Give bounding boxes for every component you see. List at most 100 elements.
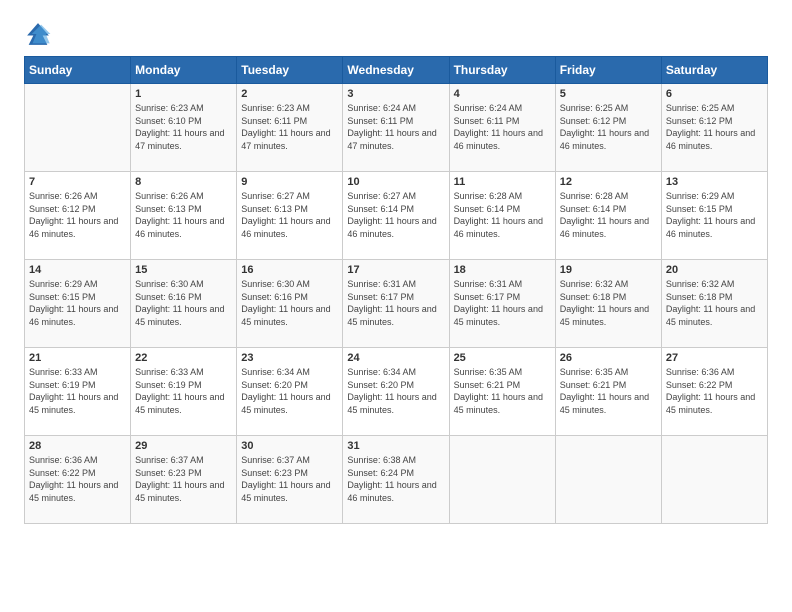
calendar-cell: 7 Sunrise: 6:26 AM Sunset: 6:12 PM Daylig… — [25, 172, 131, 260]
cell-info: Sunrise: 6:33 AM Sunset: 6:19 PM Dayligh… — [29, 366, 126, 416]
cell-info: Sunrise: 6:26 AM Sunset: 6:12 PM Dayligh… — [29, 190, 126, 240]
calendar-week-row: 7 Sunrise: 6:26 AM Sunset: 6:12 PM Daylig… — [25, 172, 768, 260]
cell-info: Sunrise: 6:30 AM Sunset: 6:16 PM Dayligh… — [135, 278, 232, 328]
day-number: 16 — [241, 264, 338, 276]
calendar-cell — [661, 436, 767, 524]
calendar-cell: 10 Sunrise: 6:27 AM Sunset: 6:14 PM Dayli… — [343, 172, 449, 260]
day-number: 12 — [560, 176, 657, 188]
header-cell-friday: Friday — [555, 57, 661, 84]
cell-info: Sunrise: 6:36 AM Sunset: 6:22 PM Dayligh… — [666, 366, 763, 416]
calendar-week-row: 21 Sunrise: 6:33 AM Sunset: 6:19 PM Dayli… — [25, 348, 768, 436]
calendar-cell: 14Sunrise: 6:29 AM Sunset: 6:15 PM Dayli… — [25, 260, 131, 348]
day-number: 2 — [241, 88, 338, 100]
day-number: 7 — [29, 176, 126, 188]
calendar-cell: 13 Sunrise: 6:29 AM Sunset: 6:15 PM Dayli… — [661, 172, 767, 260]
calendar-cell: 25 Sunrise: 6:35 AM Sunset: 6:21 PM Dayli… — [449, 348, 555, 436]
day-number: 25 — [454, 352, 551, 364]
day-number: 10 — [347, 176, 444, 188]
day-number: 17 — [347, 264, 444, 276]
day-number: 11 — [454, 176, 551, 188]
day-number: 31 — [347, 440, 444, 452]
day-number: 18 — [454, 264, 551, 276]
calendar-cell: 27 Sunrise: 6:36 AM Sunset: 6:22 PM Dayli… — [661, 348, 767, 436]
cell-info: Sunrise: 6:27 AM Sunset: 6:14 PM Dayligh… — [347, 190, 444, 240]
calendar-cell: 3 Sunrise: 6:24 AM Sunset: 6:11 PM Daylig… — [343, 84, 449, 172]
calendar-cell: 26Sunrise: 6:35 AM Sunset: 6:21 PM Dayli… — [555, 348, 661, 436]
cell-info: Sunrise: 6:24 AM Sunset: 6:11 PM Dayligh… — [454, 102, 551, 152]
calendar-cell: 2 Sunrise: 6:23 AM Sunset: 6:11 PM Daylig… — [237, 84, 343, 172]
calendar-week-row: 28 Sunrise: 6:36 AM Sunset: 6:22 PM Dayli… — [25, 436, 768, 524]
calendar-cell: 5Sunrise: 6:25 AM Sunset: 6:12 PM Daylig… — [555, 84, 661, 172]
cell-info: Sunrise: 6:38 AM Sunset: 6:24 PM Dayligh… — [347, 454, 444, 504]
day-number: 22 — [135, 352, 232, 364]
header-cell-thursday: Thursday — [449, 57, 555, 84]
calendar-cell: 20Sunrise: 6:32 AM Sunset: 6:18 PM Dayli… — [661, 260, 767, 348]
day-number: 15 — [135, 264, 232, 276]
calendar-cell: 16 Sunrise: 6:30 AM Sunset: 6:16 PM Dayli… — [237, 260, 343, 348]
day-number: 4 — [454, 88, 551, 100]
header-cell-wednesday: Wednesday — [343, 57, 449, 84]
cell-info: Sunrise: 6:23 AM Sunset: 6:10 PM Dayligh… — [135, 102, 232, 152]
day-number: 14 — [29, 264, 126, 276]
cell-info: Sunrise: 6:34 AM Sunset: 6:20 PM Dayligh… — [347, 366, 444, 416]
calendar-header: SundayMondayTuesdayWednesdayThursdayFrid… — [25, 57, 768, 84]
logo — [24, 20, 56, 48]
page-header — [24, 20, 768, 48]
calendar-cell: 18Sunrise: 6:31 AM Sunset: 6:17 PM Dayli… — [449, 260, 555, 348]
day-number: 8 — [135, 176, 232, 188]
day-number: 3 — [347, 88, 444, 100]
day-number: 29 — [135, 440, 232, 452]
calendar-cell: 22 Sunrise: 6:33 AM Sunset: 6:19 PM Dayli… — [131, 348, 237, 436]
day-number: 27 — [666, 352, 763, 364]
cell-info: Sunrise: 6:23 AM Sunset: 6:11 PM Dayligh… — [241, 102, 338, 152]
calendar-cell: 9 Sunrise: 6:27 AM Sunset: 6:13 PM Daylig… — [237, 172, 343, 260]
cell-info: Sunrise: 6:26 AM Sunset: 6:13 PM Dayligh… — [135, 190, 232, 240]
day-number: 24 — [347, 352, 444, 364]
calendar-cell: 12 Sunrise: 6:28 AM Sunset: 6:14 PM Dayli… — [555, 172, 661, 260]
calendar-cell: 15 Sunrise: 6:30 AM Sunset: 6:16 PM Dayli… — [131, 260, 237, 348]
cell-info: Sunrise: 6:31 AM Sunset: 6:17 PM Dayligh… — [347, 278, 444, 328]
cell-info: Sunrise: 6:27 AM Sunset: 6:13 PM Dayligh… — [241, 190, 338, 240]
cell-info: Sunrise: 6:34 AM Sunset: 6:20 PM Dayligh… — [241, 366, 338, 416]
cell-info: Sunrise: 6:24 AM Sunset: 6:11 PM Dayligh… — [347, 102, 444, 152]
cell-info: Sunrise: 6:25 AM Sunset: 6:12 PM Dayligh… — [666, 102, 763, 152]
cell-info: Sunrise: 6:28 AM Sunset: 6:14 PM Dayligh… — [454, 190, 551, 240]
day-number: 19 — [560, 264, 657, 276]
calendar-cell: 17 Sunrise: 6:31 AM Sunset: 6:17 PM Dayli… — [343, 260, 449, 348]
calendar-cell: 31 Sunrise: 6:38 AM Sunset: 6:24 PM Dayli… — [343, 436, 449, 524]
calendar-body: 1 Sunrise: 6:23 AM Sunset: 6:10 PM Daylig… — [25, 84, 768, 524]
calendar-cell: 6 Sunrise: 6:25 AM Sunset: 6:12 PM Daylig… — [661, 84, 767, 172]
cell-info: Sunrise: 6:29 AM Sunset: 6:15 PM Dayligh… — [666, 190, 763, 240]
header-cell-saturday: Saturday — [661, 57, 767, 84]
cell-info: Sunrise: 6:28 AM Sunset: 6:14 PM Dayligh… — [560, 190, 657, 240]
day-number: 30 — [241, 440, 338, 452]
day-number: 21 — [29, 352, 126, 364]
calendar-cell: 28 Sunrise: 6:36 AM Sunset: 6:22 PM Dayli… — [25, 436, 131, 524]
calendar-cell: 23 Sunrise: 6:34 AM Sunset: 6:20 PM Dayli… — [237, 348, 343, 436]
calendar-cell: 30Sunrise: 6:37 AM Sunset: 6:23 PM Dayli… — [237, 436, 343, 524]
day-number: 9 — [241, 176, 338, 188]
day-number: 28 — [29, 440, 126, 452]
calendar-cell — [555, 436, 661, 524]
logo-icon — [24, 20, 52, 48]
cell-info: Sunrise: 6:30 AM Sunset: 6:16 PM Dayligh… — [241, 278, 338, 328]
cell-info: Sunrise: 6:25 AM Sunset: 6:12 PM Dayligh… — [560, 102, 657, 152]
day-number: 1 — [135, 88, 232, 100]
calendar-cell — [449, 436, 555, 524]
cell-info: Sunrise: 6:37 AM Sunset: 6:23 PM Dayligh… — [135, 454, 232, 504]
calendar-cell: 29 Sunrise: 6:37 AM Sunset: 6:23 PM Dayli… — [131, 436, 237, 524]
calendar-cell: 24 Sunrise: 6:34 AM Sunset: 6:20 PM Dayli… — [343, 348, 449, 436]
calendar-week-row: 14Sunrise: 6:29 AM Sunset: 6:15 PM Dayli… — [25, 260, 768, 348]
header-cell-monday: Monday — [131, 57, 237, 84]
day-number: 23 — [241, 352, 338, 364]
cell-info: Sunrise: 6:35 AM Sunset: 6:21 PM Dayligh… — [454, 366, 551, 416]
day-number: 13 — [666, 176, 763, 188]
calendar-table: SundayMondayTuesdayWednesdayThursdayFrid… — [24, 56, 768, 524]
cell-info: Sunrise: 6:33 AM Sunset: 6:19 PM Dayligh… — [135, 366, 232, 416]
header-cell-sunday: Sunday — [25, 57, 131, 84]
calendar-cell: 11 Sunrise: 6:28 AM Sunset: 6:14 PM Dayli… — [449, 172, 555, 260]
calendar-week-row: 1 Sunrise: 6:23 AM Sunset: 6:10 PM Daylig… — [25, 84, 768, 172]
calendar-cell: 19Sunrise: 6:32 AM Sunset: 6:18 PM Dayli… — [555, 260, 661, 348]
cell-info: Sunrise: 6:36 AM Sunset: 6:22 PM Dayligh… — [29, 454, 126, 504]
day-number: 6 — [666, 88, 763, 100]
